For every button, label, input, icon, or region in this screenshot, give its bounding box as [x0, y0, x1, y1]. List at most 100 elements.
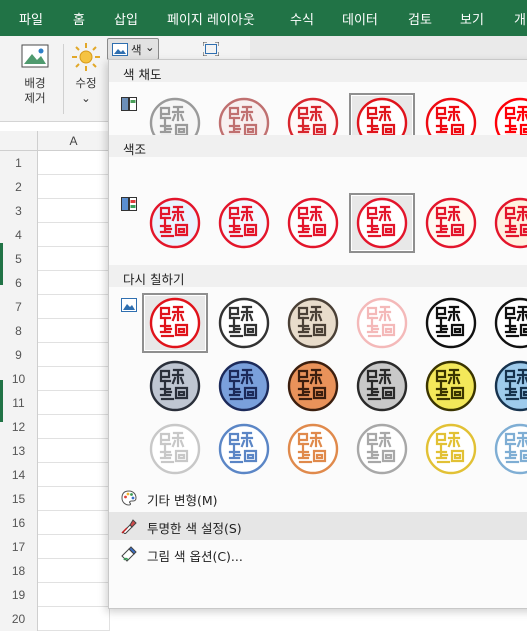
color-swatch[interactable] — [211, 293, 277, 353]
saturation-icon — [121, 97, 137, 111]
row-header[interactable]: 17 — [0, 535, 38, 559]
color-swatch[interactable] — [349, 356, 415, 416]
seal-preview-image — [356, 423, 408, 475]
row-header[interactable]: 5 — [0, 247, 38, 271]
color-swatch[interactable] — [487, 193, 527, 253]
color-swatch[interactable] — [280, 419, 346, 479]
color-swatch[interactable] — [418, 419, 484, 479]
color-swatch[interactable] — [349, 293, 415, 353]
cell[interactable] — [38, 391, 110, 415]
color-swatch[interactable] — [211, 356, 277, 416]
color-swatch[interactable] — [211, 193, 277, 253]
row-header[interactable]: 8 — [0, 319, 38, 343]
cell[interactable] — [38, 151, 110, 175]
cell[interactable] — [38, 343, 110, 367]
row-header[interactable]: 14 — [0, 463, 38, 487]
select-all-corner[interactable] — [0, 131, 38, 151]
recolor-icon — [121, 298, 137, 312]
color-swatch[interactable] — [142, 293, 208, 353]
cell[interactable] — [38, 247, 110, 271]
cell[interactable] — [38, 367, 110, 391]
row-header[interactable]: 2 — [0, 175, 38, 199]
cell[interactable] — [38, 223, 110, 247]
seal-preview-image — [287, 423, 339, 475]
row-header[interactable]: 3 — [0, 199, 38, 223]
row-header[interactable]: 11 — [0, 391, 38, 415]
color-dropdown-panel: 색 채도 색조 다시 칠하기 기타 변형(M) 투명한 색 설정(S) 그림 색… — [108, 59, 527, 609]
color-swatch[interactable] — [349, 419, 415, 479]
more-variations-menu-item[interactable]: 기타 변형(M) — [109, 484, 527, 512]
cell[interactable] — [38, 319, 110, 343]
set-transparent-color-menu-item[interactable]: 투명한 색 설정(S) — [109, 512, 527, 540]
color-swatch[interactable] — [349, 193, 415, 253]
row-header[interactable]: 16 — [0, 511, 38, 535]
cell[interactable] — [38, 415, 110, 439]
corrections-label: 수정 — [75, 76, 97, 90]
menu-bar: 파일 홈 삽입 페이지 레이아웃 수식 데이터 검토 보기 개 — [0, 0, 527, 36]
tab-file[interactable]: 파일 — [19, 9, 43, 28]
color-swatch[interactable] — [487, 356, 527, 416]
row-header[interactable]: 7 — [0, 295, 38, 319]
cell[interactable] — [38, 463, 110, 487]
color-swatch[interactable] — [487, 419, 527, 479]
color-swatch[interactable] — [142, 356, 208, 416]
color-swatch[interactable] — [280, 356, 346, 416]
cell[interactable] — [38, 487, 110, 511]
cell[interactable] — [38, 439, 110, 463]
row-header[interactable]: 19 — [0, 583, 38, 607]
row-header[interactable]: 12 — [0, 415, 38, 439]
compress-pictures-icon[interactable] — [203, 42, 219, 56]
tab-page-layout[interactable]: 페이지 레이아웃 — [167, 9, 255, 28]
color-swatch[interactable] — [280, 293, 346, 353]
cell[interactable] — [38, 511, 110, 535]
set-transparent-color-label: 투명한 색 설정(S) — [147, 521, 242, 536]
more-variations-label: 기타 변형(M) — [147, 493, 218, 508]
color-swatch[interactable] — [211, 419, 277, 479]
corrections-button[interactable]: 수정 ⌄ — [68, 42, 104, 118]
tab-review[interactable]: 검토 — [408, 9, 432, 28]
row-header[interactable]: 20 — [0, 607, 38, 631]
tab-formulas[interactable]: 수식 — [290, 9, 314, 28]
seal-preview-image — [218, 197, 270, 249]
color-swatch[interactable] — [142, 193, 208, 253]
picture-color-options-label: 그림 색 옵션(C)... — [147, 549, 243, 564]
sheet-row: 9 — [0, 343, 110, 367]
sheet-row: 3 — [0, 199, 110, 223]
cell[interactable] — [38, 559, 110, 583]
tab-data[interactable]: 데이터 — [342, 9, 378, 28]
row-header[interactable]: 10 — [0, 367, 38, 391]
tab-insert[interactable]: 삽입 — [114, 9, 138, 28]
seal-preview-image — [425, 197, 477, 249]
seal-preview-image — [425, 423, 477, 475]
cell[interactable] — [38, 271, 110, 295]
cell[interactable] — [38, 607, 110, 631]
row-header[interactable]: 6 — [0, 271, 38, 295]
cell[interactable] — [38, 199, 110, 223]
tab-more[interactable]: 개 — [514, 9, 526, 28]
row-header[interactable]: 18 — [0, 559, 38, 583]
row-header[interactable]: 15 — [0, 487, 38, 511]
tab-home[interactable]: 홈 — [73, 9, 85, 28]
color-swatch[interactable] — [418, 356, 484, 416]
color-swatch[interactable] — [418, 293, 484, 353]
picture-color-options-menu-item[interactable]: 그림 색 옵션(C)... — [109, 540, 527, 568]
cell[interactable] — [38, 535, 110, 559]
cell[interactable] — [38, 583, 110, 607]
picture-styles-gallery[interactable] — [250, 36, 527, 60]
remove-background-button[interactable]: 배경 제거 — [12, 42, 58, 118]
saturation-header — [109, 60, 527, 82]
color-swatch[interactable] — [418, 193, 484, 253]
row-header[interactable]: 9 — [0, 343, 38, 367]
tab-view[interactable]: 보기 — [460, 9, 484, 28]
row-header[interactable]: 13 — [0, 439, 38, 463]
cell[interactable] — [38, 175, 110, 199]
row-header[interactable]: 4 — [0, 223, 38, 247]
color-swatch[interactable] — [280, 193, 346, 253]
row-header[interactable]: 1 — [0, 151, 38, 175]
color-swatch[interactable] — [487, 293, 527, 353]
color-swatch[interactable] — [142, 419, 208, 479]
set-transparent-color-icon — [121, 519, 137, 534]
cell[interactable] — [38, 295, 110, 319]
color-button[interactable]: 색 ⌄ — [107, 38, 159, 60]
column-header-a[interactable]: A — [38, 131, 110, 151]
